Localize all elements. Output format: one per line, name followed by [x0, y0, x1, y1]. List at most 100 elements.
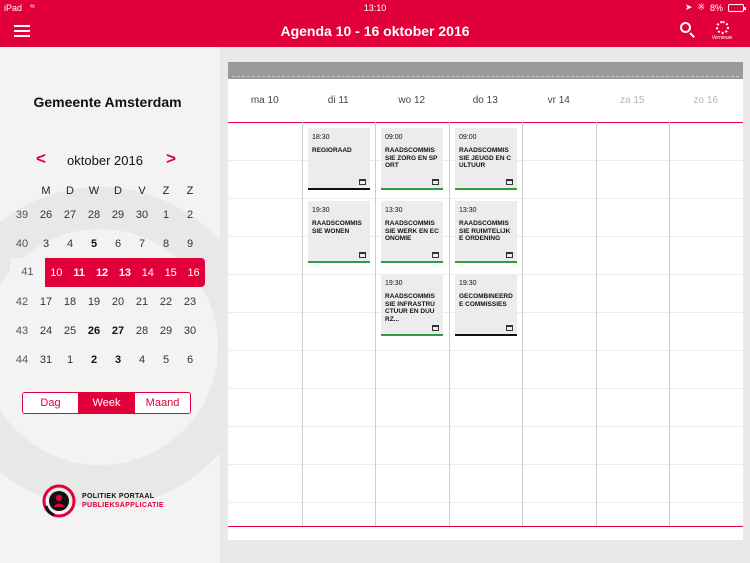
- event-time: 19:30: [312, 207, 330, 214]
- calendar-day[interactable]: 15: [159, 267, 182, 279]
- day-column-divider: [449, 122, 450, 527]
- calendar-day[interactable]: 28: [82, 209, 106, 221]
- day-header[interactable]: ma 10: [228, 80, 302, 122]
- day-header[interactable]: za 15: [596, 80, 670, 122]
- month-navigation: < oktober 2016 >: [30, 149, 180, 171]
- calendar-day[interactable]: 5: [82, 238, 106, 250]
- weekday-header: Z: [186, 185, 194, 197]
- view-maand-button[interactable]: Maand: [134, 393, 190, 413]
- calendar-day[interactable]: 11: [68, 267, 91, 279]
- battery-icon: [728, 3, 746, 12]
- event-title: GECOMBINEERDE COMMISSIES: [459, 293, 513, 308]
- calendar-day[interactable]: 22: [154, 296, 178, 308]
- calendar-day[interactable]: 9: [178, 238, 202, 250]
- week-row[interactable]: 43 24 25 26 27 28 29 30: [10, 316, 202, 345]
- municipality-title: Gemeente Amsterdam: [33, 94, 182, 110]
- calendar-icon: [432, 325, 439, 331]
- day-column-divider: [596, 122, 597, 527]
- refresh-icon: [715, 21, 729, 34]
- calendar-day[interactable]: 12: [91, 267, 114, 279]
- day-header[interactable]: do 13: [449, 80, 523, 122]
- week-number: 40: [15, 237, 29, 250]
- event-time: 13:30: [459, 207, 477, 214]
- grid-line: [228, 502, 743, 503]
- calendar-day[interactable]: 18: [58, 296, 82, 308]
- weekday-header: V: [138, 185, 146, 197]
- calendar-day[interactable]: 31: [34, 354, 58, 366]
- calendar-day[interactable]: 30: [178, 325, 202, 337]
- calendar-day[interactable]: 3: [34, 238, 58, 250]
- status-right: ➤ ※ 8%: [684, 2, 746, 13]
- calendar-day[interactable]: 29: [154, 325, 178, 337]
- next-month-button[interactable]: >: [166, 149, 176, 169]
- calendar-icon: [432, 179, 439, 185]
- week-row[interactable]: 40 3 4 5 6 7 8 9: [10, 229, 202, 258]
- calendar-day[interactable]: 26: [82, 325, 106, 337]
- calendar-day[interactable]: 1: [154, 209, 178, 221]
- calendar-day[interactable]: 19: [82, 296, 106, 308]
- bottom-divider: [228, 526, 743, 527]
- view-week-button[interactable]: Week: [78, 393, 134, 413]
- calendar-icon: [506, 179, 513, 185]
- day-column-divider: [302, 122, 303, 527]
- calendar-day[interactable]: 6: [106, 238, 130, 250]
- calendar-day[interactable]: 13: [114, 267, 137, 279]
- calendar-day[interactable]: 27: [58, 209, 82, 221]
- calendar-day[interactable]: 3: [106, 354, 130, 366]
- agenda-event[interactable]: 19:30 RAADSCOMMISSIE INFRASTRUCTUUR EN DU…: [381, 274, 443, 336]
- selected-week-row[interactable]: 41 10 11 12 13 14 15 16: [10, 258, 205, 287]
- agenda-event[interactable]: 13:30 RAADSCOMMISSIE WERK EN ECONOMIE: [381, 201, 443, 263]
- agenda-event[interactable]: 09:00 RAADSCOMMISSIE ZORG EN SPORT: [381, 128, 443, 190]
- calendar-day[interactable]: 30: [130, 209, 154, 221]
- calendar-day[interactable]: 21: [130, 296, 154, 308]
- calendar-day[interactable]: 17: [34, 296, 58, 308]
- calendar-day[interactable]: 23: [178, 296, 202, 308]
- bluetooth-icon: ※: [697, 2, 705, 12]
- week-number: 43: [15, 324, 29, 337]
- calendar-day[interactable]: 5: [154, 354, 178, 366]
- calendar-icon: [506, 252, 513, 258]
- day-header[interactable]: vr 14: [522, 80, 596, 122]
- calendar-day[interactable]: 27: [106, 325, 130, 337]
- calendar-day[interactable]: 26: [34, 209, 58, 221]
- day-header[interactable]: wo 12: [375, 80, 449, 122]
- agenda-event[interactable]: 19:30 RAADSCOMMISSIE WONEN: [308, 201, 370, 263]
- calendar-day[interactable]: 2: [178, 209, 202, 221]
- week-row[interactable]: 42 17 18 19 20 21 22 23: [10, 287, 202, 316]
- status-bar: iPad ≈ 13:10 ➤ ※ 8%: [0, 0, 750, 16]
- day-header[interactable]: zo 16: [669, 80, 743, 122]
- view-dag-button[interactable]: Dag: [23, 393, 78, 413]
- all-day-bar: [228, 62, 743, 79]
- calendar-day[interactable]: 16: [182, 267, 205, 279]
- calendar-day[interactable]: 10: [45, 267, 68, 279]
- agenda-event[interactable]: 18:30 REGIORAAD: [308, 128, 370, 190]
- week-row[interactable]: 44 31 1 2 3 4 5 6: [10, 345, 202, 374]
- day-headers: ma 10 di 11 wo 12 do 13 vr 14 za 15 zo 16: [228, 80, 743, 122]
- week-number: 44: [15, 353, 29, 366]
- calendar-day[interactable]: 24: [34, 325, 58, 337]
- mini-calendar: M D W D V Z Z 39 26 27 28 29 30 1 2 40 3 4 5 6 7 8 9 41 10 11 12 13…: [10, 182, 205, 374]
- calendar-day[interactable]: 25: [58, 325, 82, 337]
- calendar-day[interactable]: 6: [178, 354, 202, 366]
- clock: 13:10: [363, 3, 387, 13]
- calendar-day[interactable]: 4: [58, 238, 82, 250]
- calendar-day[interactable]: 4: [130, 354, 154, 366]
- agenda-event[interactable]: 19:30 GECOMBINEERDE COMMISSIES: [455, 274, 517, 336]
- calendar-day[interactable]: 1: [58, 354, 82, 366]
- calendar-day[interactable]: 14: [136, 267, 159, 279]
- app-header: Agenda 10 - 16 oktober 2016 Vernieuw: [0, 16, 750, 47]
- calendar-day[interactable]: 2: [82, 354, 106, 366]
- agenda-event[interactable]: 09:00 RAADSCOMMISSIE JEUGD EN CULTUUR: [455, 128, 517, 190]
- month-label: oktober 2016: [67, 153, 143, 168]
- calendar-day[interactable]: 20: [106, 296, 130, 308]
- calendar-day[interactable]: 8: [154, 238, 178, 250]
- location-icon: ➤: [684, 2, 693, 12]
- calendar-day[interactable]: 7: [130, 238, 154, 250]
- week-row[interactable]: 39 26 27 28 29 30 1 2: [10, 200, 202, 229]
- calendar-day[interactable]: 28: [130, 325, 154, 337]
- refresh-button[interactable]: Vernieuw: [711, 21, 733, 43]
- calendar-day[interactable]: 29: [106, 209, 130, 221]
- search-icon[interactable]: [680, 22, 696, 38]
- agenda-event[interactable]: 13:30 RAADSCOMMISSIE RUIMTELIJKE ORDENING: [455, 201, 517, 263]
- day-header[interactable]: di 11: [302, 80, 376, 122]
